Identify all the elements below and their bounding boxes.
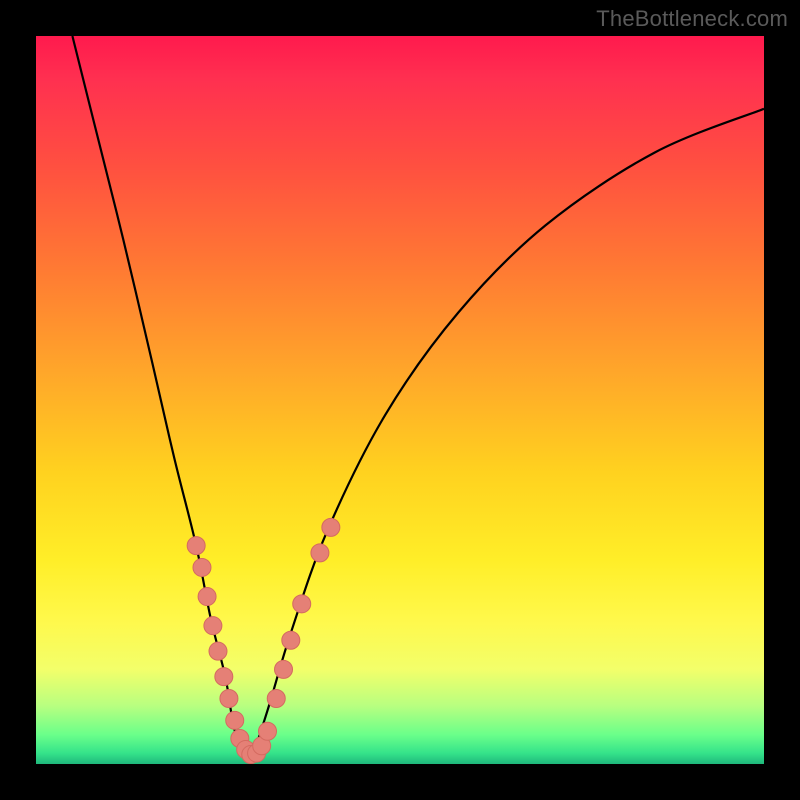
data-marker <box>198 588 216 606</box>
data-marker <box>209 642 227 660</box>
data-marker <box>204 617 222 635</box>
data-marker <box>187 537 205 555</box>
data-marker <box>282 631 300 649</box>
chart-svg <box>36 36 764 764</box>
data-marker <box>322 518 340 536</box>
data-marker <box>275 660 293 678</box>
data-marker <box>215 668 233 686</box>
data-marker <box>220 689 238 707</box>
data-marker <box>226 711 244 729</box>
bottleneck-curve <box>72 36 764 757</box>
chart-frame: TheBottleneck.com <box>0 0 800 800</box>
data-markers <box>187 518 340 763</box>
data-marker <box>267 689 285 707</box>
plot-area <box>36 36 764 764</box>
data-marker <box>311 544 329 562</box>
data-marker <box>259 722 277 740</box>
data-marker <box>293 595 311 613</box>
watermark-text: TheBottleneck.com <box>596 6 788 32</box>
data-marker <box>193 558 211 576</box>
